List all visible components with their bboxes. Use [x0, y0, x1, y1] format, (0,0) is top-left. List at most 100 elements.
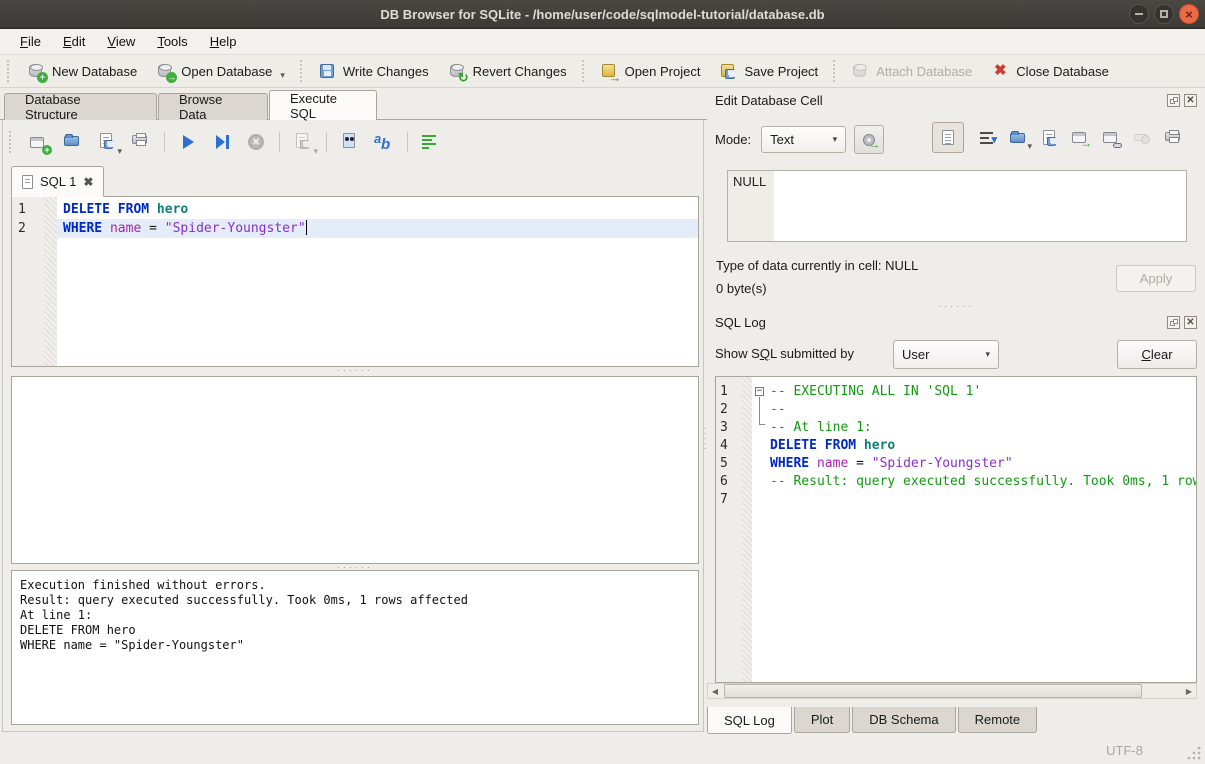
maximize-icon: [1160, 10, 1168, 18]
editor-results-splitter[interactable]: ······: [11, 367, 699, 373]
new-database-button[interactable]: + New Database: [17, 57, 146, 85]
line-number: 7: [720, 491, 742, 509]
sql-toolbar: + ▾ ✕ ▾ ab: [9, 130, 442, 154]
text-document-icon: [938, 128, 958, 148]
log-horizontal-scrollbar[interactable]: ◀ ▶: [707, 683, 1197, 699]
word-wrap-icon[interactable]: [420, 131, 442, 153]
auto-apply-button[interactable]: →: [854, 125, 884, 154]
stop-execution-icon: ✕: [245, 131, 267, 153]
menu-edit[interactable]: Edit: [53, 31, 95, 52]
sql-tab[interactable]: SQL 1 ✖: [11, 166, 104, 197]
open-project-icon: →: [599, 61, 619, 81]
sql-toolbar-drag-handle[interactable]: [9, 131, 16, 153]
message-line: WHERE name = "Spider-Youngster": [20, 638, 690, 653]
format-sql-icon[interactable]: ab: [373, 131, 395, 153]
scrollbar-track[interactable]: [722, 684, 1182, 698]
cell-value-editor[interactable]: NULL: [727, 170, 1187, 242]
open-in-app-icon[interactable]: →: [1070, 128, 1090, 148]
dock-tab-bar: SQL Log Plot DB Schema Remote: [707, 707, 1039, 734]
close-panel-icon[interactable]: ✕: [1184, 94, 1197, 107]
dock-tab-sql-log[interactable]: SQL Log: [707, 707, 792, 734]
cell-edit-area[interactable]: [774, 171, 1186, 241]
print-cell-icon[interactable]: [1163, 128, 1183, 148]
titlebar[interactable]: DB Browser for SQLite - /home/user/code/…: [0, 0, 1205, 29]
open-sql-file-icon[interactable]: [62, 131, 84, 153]
find-in-sql-icon[interactable]: [339, 131, 361, 153]
float-panel-icon[interactable]: [1167, 316, 1180, 329]
save-project-button[interactable]: Save Project: [709, 57, 827, 85]
clear-log-button[interactable]: Clear: [1117, 340, 1197, 369]
code-line: -- At line 1:: [768, 419, 1196, 437]
dock-tab-plot[interactable]: Plot: [794, 707, 850, 733]
sql-tab-label: SQL 1: [40, 174, 76, 189]
open-database-dropdown-icon[interactable]: ▾: [280, 70, 285, 81]
open-project-button[interactable]: → Open Project: [590, 57, 710, 85]
dock-tab-db-schema[interactable]: DB Schema: [852, 707, 955, 733]
menu-file[interactable]: File: [10, 31, 51, 52]
tab-execute-sql[interactable]: Execute SQL: [269, 90, 377, 120]
gear-icon: →: [861, 132, 877, 148]
open-database-button[interactable]: → Open Database ▾: [146, 57, 294, 85]
toolbar-separator: [300, 60, 302, 82]
cell-value: NULL: [733, 174, 766, 189]
text-mode-button[interactable]: [932, 122, 964, 153]
maximize-button[interactable]: [1154, 4, 1174, 24]
log-code[interactable]: -- EXECUTING ALL IN 'SQL 1'---- At line …: [768, 377, 1196, 682]
revert-changes-button[interactable]: ↻ Revert Changes: [438, 57, 576, 85]
log-filter-label: Show SQL submitted by: [715, 346, 854, 361]
execute-current-line-icon[interactable]: [211, 131, 233, 153]
export-cell-data-icon[interactable]: [1039, 128, 1059, 148]
minimize-button[interactable]: [1129, 4, 1149, 24]
message-line: Result: query executed successfully. Too…: [20, 593, 690, 608]
mode-select[interactable]: Text ▾: [761, 126, 846, 153]
status-bar: UTF-8: [0, 735, 1205, 764]
mode-label: Mode:: [715, 132, 751, 147]
close-database-button[interactable]: ✖ Close Database: [981, 57, 1118, 85]
menu-help[interactable]: Help: [200, 31, 247, 52]
float-panel-icon[interactable]: [1167, 94, 1180, 107]
line-number: 2: [720, 401, 742, 419]
dock-tab-remote[interactable]: Remote: [958, 707, 1038, 733]
sql-tab-close-icon[interactable]: ✖: [83, 175, 93, 189]
results-pane[interactable]: [11, 376, 699, 564]
code-line: -- Result: query executed successfully. …: [768, 473, 1196, 491]
scrollbar-thumb[interactable]: [724, 684, 1142, 698]
execute-sql-icon[interactable]: [177, 131, 199, 153]
resize-grip[interactable]: [1187, 746, 1201, 760]
encoding-indicator[interactable]: UTF-8: [1106, 743, 1143, 758]
editor-code[interactable]: DELETE FROM heroWHERE name = "Spider-You…: [57, 197, 698, 366]
text-cursor: [306, 220, 307, 235]
code-line: DELETE FROM hero: [57, 200, 698, 219]
sql-log-view[interactable]: 1 2 3 4 5 6 7 − -- EXECUTING ALL IN 'SQL…: [715, 376, 1197, 683]
scroll-right-icon[interactable]: ▶: [1182, 684, 1196, 698]
cell-log-splitter[interactable]: ······: [707, 303, 1205, 309]
edit-cell-window-buttons: ✕: [1167, 94, 1197, 107]
log-filter-select[interactable]: User ▾: [893, 340, 999, 369]
open-sql-tab-icon[interactable]: +: [28, 131, 50, 153]
fold-collapse-icon[interactable]: −: [755, 387, 764, 396]
message-pane[interactable]: Execution finished without errors.Result…: [11, 570, 699, 725]
write-changes-button[interactable]: Write Changes: [308, 57, 438, 85]
menu-tools[interactable]: Tools: [147, 31, 197, 52]
line-number: 1: [18, 200, 44, 219]
tab-browse-data[interactable]: Browse Data: [158, 93, 268, 120]
cell-size-info: 0 byte(s): [716, 281, 767, 296]
print-sql-icon[interactable]: [130, 131, 152, 153]
cell-editor-toolbar: ▾ ▾ →: [932, 122, 1183, 153]
sql-toolbar-separator: [407, 132, 408, 152]
mode-row: Mode: Text ▾ →: [715, 125, 884, 154]
word-wrap-cell-icon[interactable]: ▾: [977, 128, 997, 148]
tab-database-structure[interactable]: Database Structure: [4, 93, 157, 120]
open-url-icon[interactable]: [1101, 128, 1121, 148]
save-sql-file-icon[interactable]: ▾: [96, 131, 118, 153]
code-line: WHERE name = "Spider-Youngster": [57, 219, 698, 238]
execute-sql-page: + ▾ ✕ ▾ ab SQL 1 ✖: [2, 120, 704, 732]
scroll-left-icon[interactable]: ◀: [708, 684, 722, 698]
import-cell-data-icon[interactable]: ▾: [1008, 128, 1028, 148]
menu-view[interactable]: View: [97, 31, 145, 52]
close-panel-icon[interactable]: ✕: [1184, 316, 1197, 329]
toolbar-drag-handle[interactable]: [7, 60, 14, 82]
toolbar-separator: [833, 60, 835, 82]
sql-editor[interactable]: 1 2 DELETE FROM heroWHERE name = "Spider…: [11, 196, 699, 367]
close-button[interactable]: ×: [1179, 4, 1199, 24]
